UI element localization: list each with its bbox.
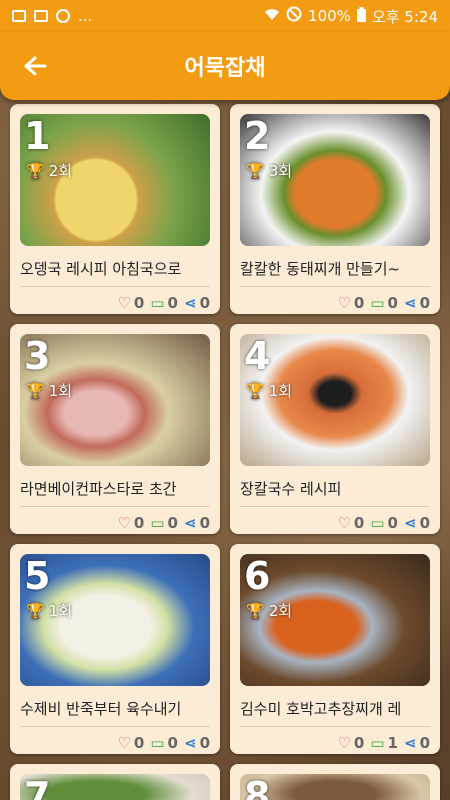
recipe-card[interactable]: 3 🏆 1회 라면베이컨파스타로 초간 ♡ 0 ▭ 0 ⋖ 0	[10, 324, 220, 534]
share-button[interactable]: ⋖ 0	[404, 294, 430, 312]
recipe-card[interactable]: 7	[10, 764, 220, 800]
share-button[interactable]: ⋖ 0	[184, 514, 210, 532]
rank-number: 7	[24, 774, 51, 800]
recipe-thumbnail[interactable]: 8	[240, 774, 430, 800]
recipe-thumbnail[interactable]: 3 🏆 1회	[20, 334, 210, 466]
recipe-stats: ♡ 0 ▭ 0 ⋖ 0	[20, 294, 210, 312]
recipe-thumbnail[interactable]: 4 🏆 1회	[240, 334, 430, 466]
page-title: 어묵잡채	[184, 56, 266, 81]
app-bar: 어묵잡채	[0, 32, 450, 100]
comment-button[interactable]: ▭ 1	[370, 734, 398, 752]
status-bar: ... 100% 오후 5:24	[0, 0, 450, 32]
recipe-thumbnail[interactable]: 1 🏆 2회	[20, 114, 210, 246]
recipe-card[interactable]: 2 🏆 3회 칼칼한 동태찌개 만들기~ ♡ 0 ▭ 0 ⋖ 0	[230, 104, 440, 314]
recipe-stats: ♡ 0 ▭ 0 ⋖ 0	[240, 294, 430, 312]
like-button[interactable]: ♡ 0	[337, 514, 364, 532]
recipe-stats: ♡ 0 ▭ 0 ⋖ 0	[20, 514, 210, 532]
comment-button[interactable]: ▭ 0	[370, 514, 398, 532]
trophy-icon: 🏆	[246, 161, 265, 180]
share-button[interactable]: ⋖ 0	[184, 294, 210, 312]
trophy-count: 🏆 1회	[26, 601, 73, 621]
recipe-title[interactable]: 장칼국수 레시피	[240, 478, 430, 507]
rank-number: 3	[24, 334, 51, 378]
share-button[interactable]: ⋖ 0	[184, 734, 210, 752]
heart-icon: ♡	[337, 294, 351, 312]
share-icon: ⋖	[183, 514, 197, 532]
trophy-icon: 🏆	[26, 601, 45, 620]
recipe-title[interactable]: 칼칼한 동태찌개 만들기~	[240, 258, 430, 287]
trophy-count: 🏆 2회	[26, 161, 73, 181]
recipe-thumbnail[interactable]: 5 🏆 1회	[20, 554, 210, 686]
comment-button[interactable]: ▭ 0	[370, 294, 398, 312]
trophy-count: 🏆 2회	[246, 601, 293, 621]
heart-icon: ♡	[117, 734, 131, 752]
rank-number: 6	[244, 554, 271, 598]
share-button[interactable]: ⋖ 0	[404, 514, 430, 532]
share-button[interactable]: ⋖ 0	[404, 734, 430, 752]
rank-number: 2	[244, 114, 271, 158]
trophy-count: 🏆 1회	[26, 381, 73, 401]
more-notifications: ...	[78, 7, 93, 25]
do-not-disturb-icon	[286, 6, 302, 26]
comment-icon: ▭	[150, 514, 165, 532]
battery-percent: 100%	[308, 7, 351, 25]
trophy-icon: 🏆	[246, 601, 265, 620]
comment-icon: ▭	[150, 734, 165, 752]
like-button[interactable]: ♡ 0	[117, 734, 144, 752]
recipe-thumbnail[interactable]: 6 🏆 2회	[240, 554, 430, 686]
trophy-icon: 🏆	[26, 161, 45, 180]
recipe-card[interactable]: 1 🏆 2회 오뎅국 레시피 아침국으로 ♡ 0 ▭ 0 ⋖ 0	[10, 104, 220, 314]
heart-icon: ♡	[117, 294, 131, 312]
rank-number: 1	[24, 114, 51, 158]
share-icon: ⋖	[403, 734, 417, 752]
clock: 오후 5:24	[371, 7, 438, 26]
comment-icon: ▭	[370, 294, 385, 312]
recipe-stats: ♡ 0 ▭ 1 ⋖ 0	[240, 734, 430, 752]
recipe-card[interactable]: 5 🏆 1회 수제비 반죽부터 육수내기 ♡ 0 ▭ 0 ⋖ 0	[10, 544, 220, 754]
recipe-card[interactable]: 8	[230, 764, 440, 800]
wifi-icon	[264, 7, 280, 25]
trophy-icon: 🏆	[246, 381, 265, 400]
rank-number: 4	[244, 334, 271, 378]
cast-icon	[34, 10, 48, 22]
trophy-icon: 🏆	[26, 381, 45, 400]
comment-button[interactable]: ▭ 0	[150, 514, 178, 532]
like-button[interactable]: ♡ 0	[117, 294, 144, 312]
comment-button[interactable]: ▭ 0	[150, 734, 178, 752]
battery-icon	[356, 6, 366, 26]
recipe-title[interactable]: 김수미 호박고추장찌개 레	[240, 698, 430, 727]
share-icon: ⋖	[183, 734, 197, 752]
notification-icon	[56, 9, 70, 23]
share-icon: ⋖	[403, 294, 417, 312]
heart-icon: ♡	[117, 514, 131, 532]
recipe-thumbnail[interactable]: 2 🏆 3회	[240, 114, 430, 246]
trophy-count: 🏆 1회	[246, 381, 293, 401]
image-icon	[12, 10, 26, 22]
recipe-title[interactable]: 라면베이컨파스타로 초간	[20, 478, 210, 507]
rank-number: 5	[24, 554, 51, 598]
share-icon: ⋖	[183, 294, 197, 312]
comment-icon: ▭	[150, 294, 165, 312]
like-button[interactable]: ♡ 0	[117, 514, 144, 532]
comment-icon: ▭	[370, 514, 385, 532]
recipe-title[interactable]: 수제비 반죽부터 육수내기	[20, 698, 210, 727]
like-button[interactable]: ♡ 0	[337, 734, 364, 752]
recipe-title[interactable]: 오뎅국 레시피 아침국으로	[20, 258, 210, 287]
recipe-stats: ♡ 0 ▭ 0 ⋖ 0	[20, 734, 210, 752]
heart-icon: ♡	[337, 514, 351, 532]
heart-icon: ♡	[337, 734, 351, 752]
rank-number: 8	[244, 774, 271, 800]
recipe-thumbnail[interactable]: 7	[20, 774, 210, 800]
comment-icon: ▭	[370, 734, 385, 752]
comment-button[interactable]: ▭ 0	[150, 294, 178, 312]
recipe-card[interactable]: 4 🏆 1회 장칼국수 레시피 ♡ 0 ▭ 0 ⋖ 0	[230, 324, 440, 534]
share-icon: ⋖	[403, 514, 417, 532]
trophy-count: 🏆 3회	[246, 161, 293, 181]
like-button[interactable]: ♡ 0	[337, 294, 364, 312]
recipe-grid: 1 🏆 2회 오뎅국 레시피 아침국으로 ♡ 0 ▭ 0 ⋖ 0 2 🏆 3회 칼칼한 동…	[10, 104, 440, 800]
recipe-card[interactable]: 6 🏆 2회 김수미 호박고추장찌개 레 ♡ 0 ▭ 1 ⋖ 0	[230, 544, 440, 754]
recipe-stats: ♡ 0 ▭ 0 ⋖ 0	[240, 514, 430, 532]
